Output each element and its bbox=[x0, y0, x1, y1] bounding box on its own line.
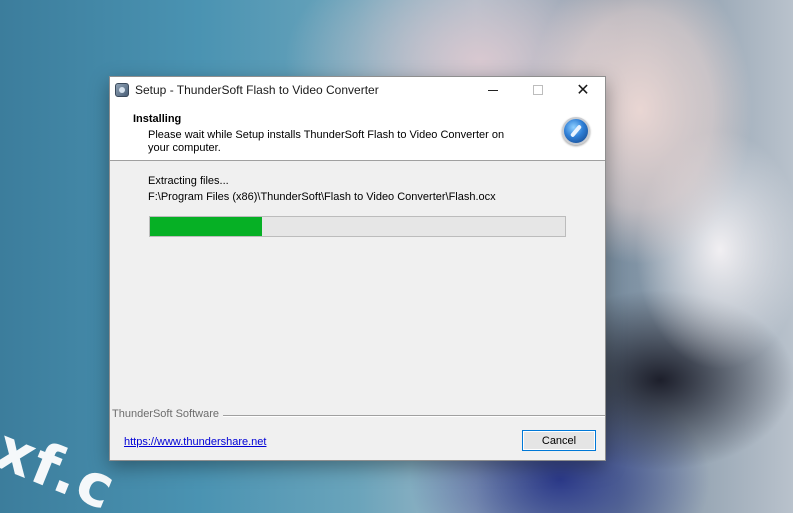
brand-text: ThunderSoft Software bbox=[112, 408, 224, 420]
separator-line bbox=[220, 415, 605, 417]
maximize-button bbox=[515, 77, 561, 103]
progress-bar-fill bbox=[150, 217, 263, 236]
title-bar[interactable]: Setup - ThunderSoft Flash to Video Conve… bbox=[110, 77, 605, 103]
brand-separator: ThunderSoft Software bbox=[110, 408, 605, 422]
status-text: Extracting files... bbox=[148, 175, 229, 187]
window-title: Setup - ThunderSoft Flash to Video Conve… bbox=[135, 83, 379, 97]
cancel-button[interactable]: Cancel bbox=[522, 430, 596, 451]
setup-window: Setup - ThunderSoft Flash to Video Conve… bbox=[109, 76, 606, 461]
close-icon: ✕ bbox=[576, 80, 590, 99]
close-button[interactable]: ✕ bbox=[560, 77, 606, 103]
watermark-text: xf.c bbox=[0, 425, 127, 513]
installer-logo-icon bbox=[562, 117, 590, 145]
current-file-path: F:\Program Files (x86)\ThunderSoft\Flash… bbox=[148, 191, 496, 203]
page-title: Installing bbox=[133, 113, 182, 125]
wizard-header: Installing Please wait while Setup insta… bbox=[110, 103, 605, 161]
minimize-button[interactable] bbox=[470, 77, 516, 103]
maximize-icon bbox=[533, 85, 543, 95]
progress-bar bbox=[149, 216, 566, 237]
website-link[interactable]: https://www.thundershare.net bbox=[124, 436, 266, 448]
setup-app-icon bbox=[115, 83, 129, 97]
page-description: Please wait while Setup installs Thunder… bbox=[148, 129, 505, 154]
minimize-icon bbox=[488, 89, 498, 91]
